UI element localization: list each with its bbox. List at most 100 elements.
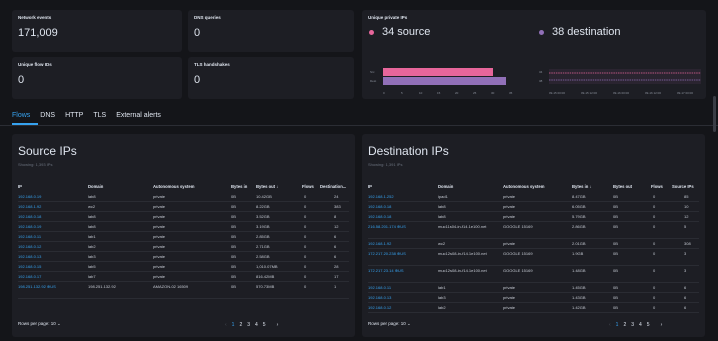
cell-ip[interactable]: 192.168.0.12 bbox=[368, 305, 412, 310]
cell-bytes-out: 0B bbox=[613, 285, 618, 290]
tab-dns[interactable]: DNS bbox=[40, 112, 55, 119]
col-flows[interactable]: Flows bbox=[302, 184, 314, 189]
page-3[interactable]: 3 bbox=[247, 322, 250, 328]
bar-xtick: 35 bbox=[509, 91, 513, 95]
cell-ip[interactable]: 192.168.0.17 bbox=[18, 274, 58, 279]
cell-bytes-in: 2.01GB bbox=[572, 241, 586, 246]
cell-bytes-in: 6.05GB bbox=[572, 204, 586, 209]
cell-ip[interactable]: 216.58.201.174 ⊕US bbox=[368, 224, 412, 229]
cell-domain: lab1 bbox=[438, 285, 446, 290]
cell-ip[interactable]: 192.168.0.18 bbox=[368, 204, 412, 209]
table-row: 192.168.0.19 lab8 private 0B 3.19GB 0 12 bbox=[18, 222, 349, 232]
cell-domain: ipad1 bbox=[438, 194, 448, 199]
cell-ip[interactable]: 192.168.1.92 bbox=[18, 204, 58, 209]
next-page-icon[interactable]: › bbox=[277, 322, 279, 328]
table-row: 192.168.0.18 lab8 private 0B 3.52GB 0 8 bbox=[18, 212, 349, 222]
cell-autonomous-system: private bbox=[503, 285, 516, 290]
page-2[interactable]: 2 bbox=[239, 322, 242, 328]
source-rows-per-page[interactable]: Rows per page: 10 ⌄ bbox=[18, 321, 61, 327]
col-bytes-in[interactable]: Bytes in ↓ bbox=[572, 184, 592, 189]
tab-external-alerts[interactable]: External alerts bbox=[116, 112, 161, 119]
timeline-ylabel: 34 bbox=[539, 70, 543, 74]
page-5[interactable]: 5 bbox=[647, 322, 650, 328]
next-page-icon[interactable]: › bbox=[661, 322, 663, 328]
cell-ip[interactable]: 192.168.0.11 bbox=[368, 285, 412, 290]
network-events-panel: Network events 171,009 bbox=[12, 10, 182, 52]
col-bytes-out[interactable]: Bytes out ↓ bbox=[256, 184, 278, 189]
page-3[interactable]: 3 bbox=[631, 322, 634, 328]
timeline-xtick: 09-16 12:00 bbox=[645, 91, 661, 95]
col-destinations[interactable]: Destination... bbox=[320, 184, 346, 189]
tab-flows[interactable]: Flows bbox=[12, 112, 30, 119]
destination-rows-per-page[interactable]: Rows per page: 10 ⌄ bbox=[368, 321, 411, 327]
col-flows[interactable]: Flows bbox=[651, 184, 663, 189]
cell-autonomous-system: private bbox=[503, 194, 516, 199]
cell-ip[interactable]: 192.168.0.18 bbox=[368, 214, 412, 219]
cell-destinations: 6 bbox=[334, 244, 337, 249]
cell-ip[interactable]: 192.168.0.13 bbox=[368, 295, 412, 300]
cell-autonomous-system: private bbox=[503, 241, 516, 246]
cell-source-ips: 3 bbox=[684, 251, 687, 256]
cell-bytes-in: 1.42GB bbox=[572, 305, 586, 310]
timeline-xticks: 09-15 00:00 09-15 12:00 09-16 00:00 09-1… bbox=[549, 91, 693, 95]
network-events-label: Network events bbox=[18, 15, 52, 20]
bar-xtick: 0 bbox=[383, 91, 385, 95]
cell-ip[interactable]: 192.168.0.11 bbox=[18, 234, 58, 239]
cell-ip[interactable]: 172.217.23.14 ⊕US bbox=[368, 268, 412, 273]
table-row: 198.251.132.92 ⊕US 198.251.132.92 AMAZON-0… bbox=[18, 282, 349, 299]
bar-xtick: 15 bbox=[437, 91, 441, 95]
page-1[interactable]: 1 bbox=[232, 322, 235, 328]
page-4[interactable]: 4 bbox=[255, 322, 258, 328]
cell-source-ips: 308 bbox=[684, 241, 691, 246]
col-domain[interactable]: Domain bbox=[438, 184, 453, 189]
cell-ip[interactable]: 192.168.0.12 bbox=[18, 244, 58, 249]
page-5[interactable]: 5 bbox=[263, 322, 266, 328]
timeline-band bbox=[549, 69, 701, 84]
page-2[interactable]: 2 bbox=[623, 322, 626, 328]
timeline-xtick: 09-15 00:00 bbox=[549, 91, 565, 95]
tab-tls[interactable]: TLS bbox=[93, 112, 106, 119]
page-4[interactable]: 4 bbox=[639, 322, 642, 328]
col-ip[interactable]: IP bbox=[368, 184, 372, 189]
cell-ip[interactable]: 172.217.20.238 ⊕US bbox=[368, 251, 412, 256]
page-1[interactable]: 1 bbox=[616, 322, 619, 328]
cell-bytes-out: 0B bbox=[613, 241, 618, 246]
col-bytes-out[interactable]: Bytes out bbox=[613, 184, 632, 189]
col-bytes-in[interactable]: Bytes in bbox=[231, 184, 247, 189]
cell-domain: lab7 bbox=[88, 274, 96, 279]
prev-page-icon[interactable]: ‹ bbox=[609, 322, 611, 328]
cell-bytes-out: 2.58GB bbox=[256, 254, 270, 259]
rows-per-page-label: Rows per page: 10 bbox=[18, 321, 56, 326]
cell-autonomous-system: private bbox=[503, 305, 516, 310]
cell-destinations: 28 bbox=[334, 264, 339, 269]
page-scrollbar[interactable] bbox=[713, 96, 716, 132]
cell-domain: wc2 bbox=[438, 241, 446, 246]
cell-ip[interactable]: 192.168.0.19 bbox=[18, 194, 58, 199]
network-events-value: 171,009 bbox=[18, 27, 58, 39]
col-domain[interactable]: Domain bbox=[88, 184, 103, 189]
source-ips-panel: Source IPs Showing: 1,393 IPs IP Domain … bbox=[12, 134, 355, 337]
prev-page-icon[interactable]: ‹ bbox=[225, 322, 227, 328]
table-row: 216.58.201.174 ⊕US muc11s04-in-f14.1e100.… bbox=[368, 222, 699, 239]
bar-xtick: 5 bbox=[401, 91, 403, 95]
cell-ip[interactable]: 198.251.132.92 ⊕US bbox=[18, 284, 58, 289]
cell-bytes-in: 8.47GB bbox=[572, 194, 586, 199]
cell-ip[interactable]: 192.168.0.18 bbox=[18, 214, 58, 219]
cell-flows: 0 bbox=[304, 224, 307, 229]
cell-ip[interactable]: 192.168.0.13 bbox=[18, 254, 58, 259]
unique-flow-ids-panel: Unique flow IDs 0 bbox=[12, 57, 182, 99]
cell-ip[interactable]: 192.168.1.92 bbox=[368, 241, 412, 246]
cell-flows: 0 bbox=[653, 295, 656, 300]
cell-domain: lab8 bbox=[88, 214, 96, 219]
col-autonomous-system[interactable]: Autonomous system bbox=[503, 184, 544, 189]
tab-http[interactable]: HTTP bbox=[65, 112, 83, 119]
cell-bytes-out: 3.52GB bbox=[256, 214, 270, 219]
cell-ip[interactable]: 192.168.0.19 bbox=[18, 224, 58, 229]
cell-ip[interactable]: 192.168.0.15 bbox=[18, 264, 58, 269]
col-source-ips[interactable]: Source IPs bbox=[672, 184, 694, 189]
cell-ip[interactable]: 192.168.1.252 bbox=[368, 194, 412, 199]
col-autonomous-system[interactable]: Autonomous system bbox=[153, 184, 194, 189]
col-ip[interactable]: IP bbox=[18, 184, 22, 189]
cell-bytes-out: 0B bbox=[613, 214, 618, 219]
cell-source-ips: 85 bbox=[684, 194, 689, 199]
